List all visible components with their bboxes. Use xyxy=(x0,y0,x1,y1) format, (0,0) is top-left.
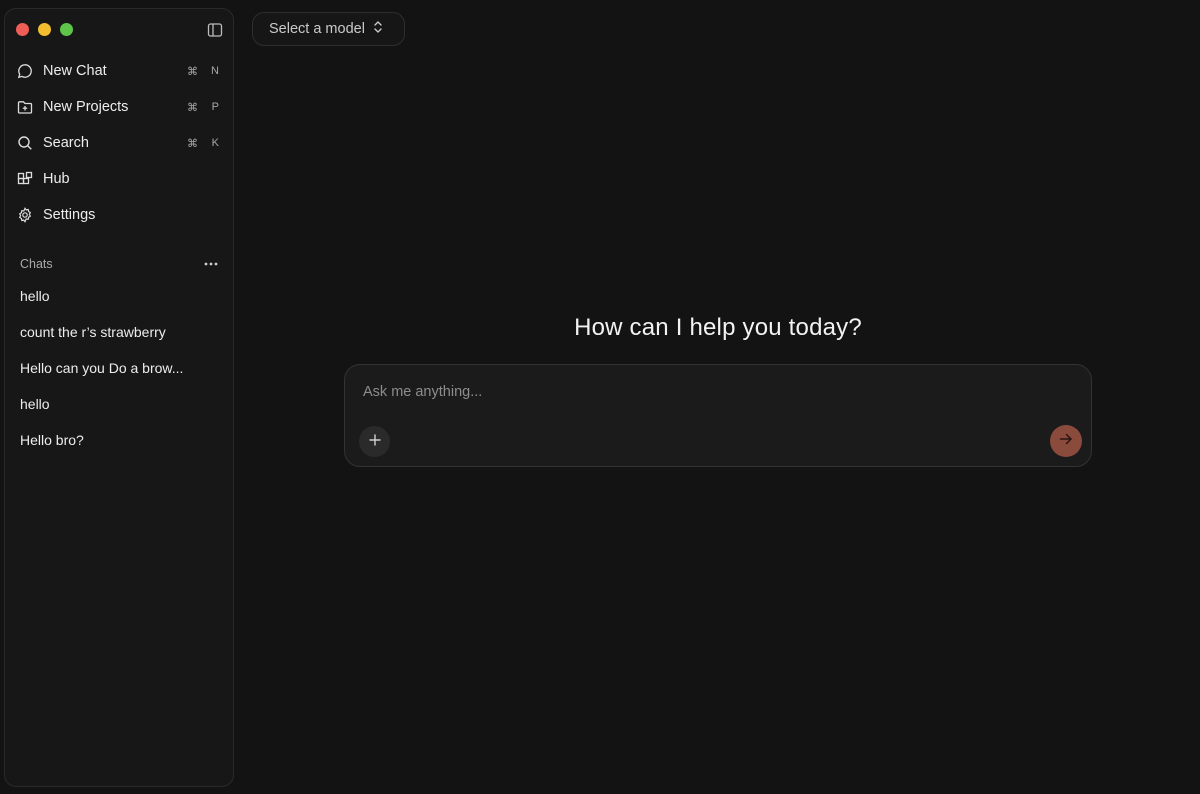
sidebar-item-label: Search xyxy=(43,135,89,151)
page-title: How can I help you today? xyxy=(574,314,862,341)
sidebar-item-label: New Chat xyxy=(43,63,107,79)
model-select-label: Select a model xyxy=(269,21,365,37)
model-select[interactable]: Select a model xyxy=(252,12,405,46)
sidebar-item-hub[interactable]: Hub xyxy=(5,161,233,197)
close-window-button[interactable] xyxy=(16,23,29,36)
shortcut-hint: ⌘ N xyxy=(187,65,219,78)
shortcut-hint: ⌘ P xyxy=(187,101,219,114)
chat-list-item[interactable]: hello xyxy=(5,386,233,422)
chat-list-item[interactable]: count the r’s strawberry xyxy=(5,314,233,350)
chat-composer xyxy=(344,364,1092,467)
sidebar-item-search[interactable]: Search ⌘ K xyxy=(5,125,233,161)
sidebar-toggle-icon[interactable] xyxy=(207,22,223,38)
sidebar-item-new-chat[interactable]: New Chat ⌘ N xyxy=(5,53,233,89)
chat-bubble-icon xyxy=(16,62,34,80)
gear-icon xyxy=(16,206,34,224)
minimize-window-button[interactable] xyxy=(38,23,51,36)
maximize-window-button[interactable] xyxy=(60,23,73,36)
shortcut-modifier: ⌘ xyxy=(187,65,198,78)
chat-list-item[interactable]: Hello can you Do a brow... xyxy=(5,350,233,386)
chat-list-item[interactable]: hello xyxy=(5,278,233,314)
sidebar: New Chat ⌘ N New Projects ⌘ P Search ⌘ K… xyxy=(4,8,234,787)
shortcut-hint: ⌘ K xyxy=(187,137,219,150)
chat-list-item[interactable]: Hello bro? xyxy=(5,422,233,458)
shortcut-key: P xyxy=(211,100,219,113)
sidebar-item-label: New Projects xyxy=(43,99,129,115)
arrow-right-icon xyxy=(1059,432,1073,450)
chats-title: Chats xyxy=(20,257,53,271)
chat-input[interactable] xyxy=(361,379,1065,405)
hub-icon xyxy=(16,170,34,188)
chevron-up-down-icon xyxy=(373,20,383,39)
send-button[interactable] xyxy=(1050,425,1082,457)
window-controls xyxy=(16,23,73,36)
more-options-icon[interactable] xyxy=(203,256,219,272)
chat-list: hello count the r’s strawberry Hello can… xyxy=(5,278,233,458)
shortcut-modifier: ⌘ xyxy=(187,101,198,114)
shortcut-key: N xyxy=(211,64,219,77)
app-window: New Chat ⌘ N New Projects ⌘ P Search ⌘ K… xyxy=(0,0,1200,794)
search-icon xyxy=(16,134,34,152)
shortcut-key: K xyxy=(211,136,219,149)
sidebar-item-new-projects[interactable]: New Projects ⌘ P xyxy=(5,89,233,125)
folder-plus-icon xyxy=(16,98,34,116)
plus-icon xyxy=(368,433,381,451)
sidebar-item-label: Hub xyxy=(43,171,70,187)
chats-section-header: Chats xyxy=(20,256,219,272)
sidebar-item-settings[interactable]: Settings xyxy=(5,197,233,233)
sidebar-nav: New Chat ⌘ N New Projects ⌘ P Search ⌘ K… xyxy=(5,53,233,233)
sidebar-item-label: Settings xyxy=(43,207,96,223)
add-attachment-button[interactable] xyxy=(359,426,390,457)
shortcut-modifier: ⌘ xyxy=(187,137,198,150)
